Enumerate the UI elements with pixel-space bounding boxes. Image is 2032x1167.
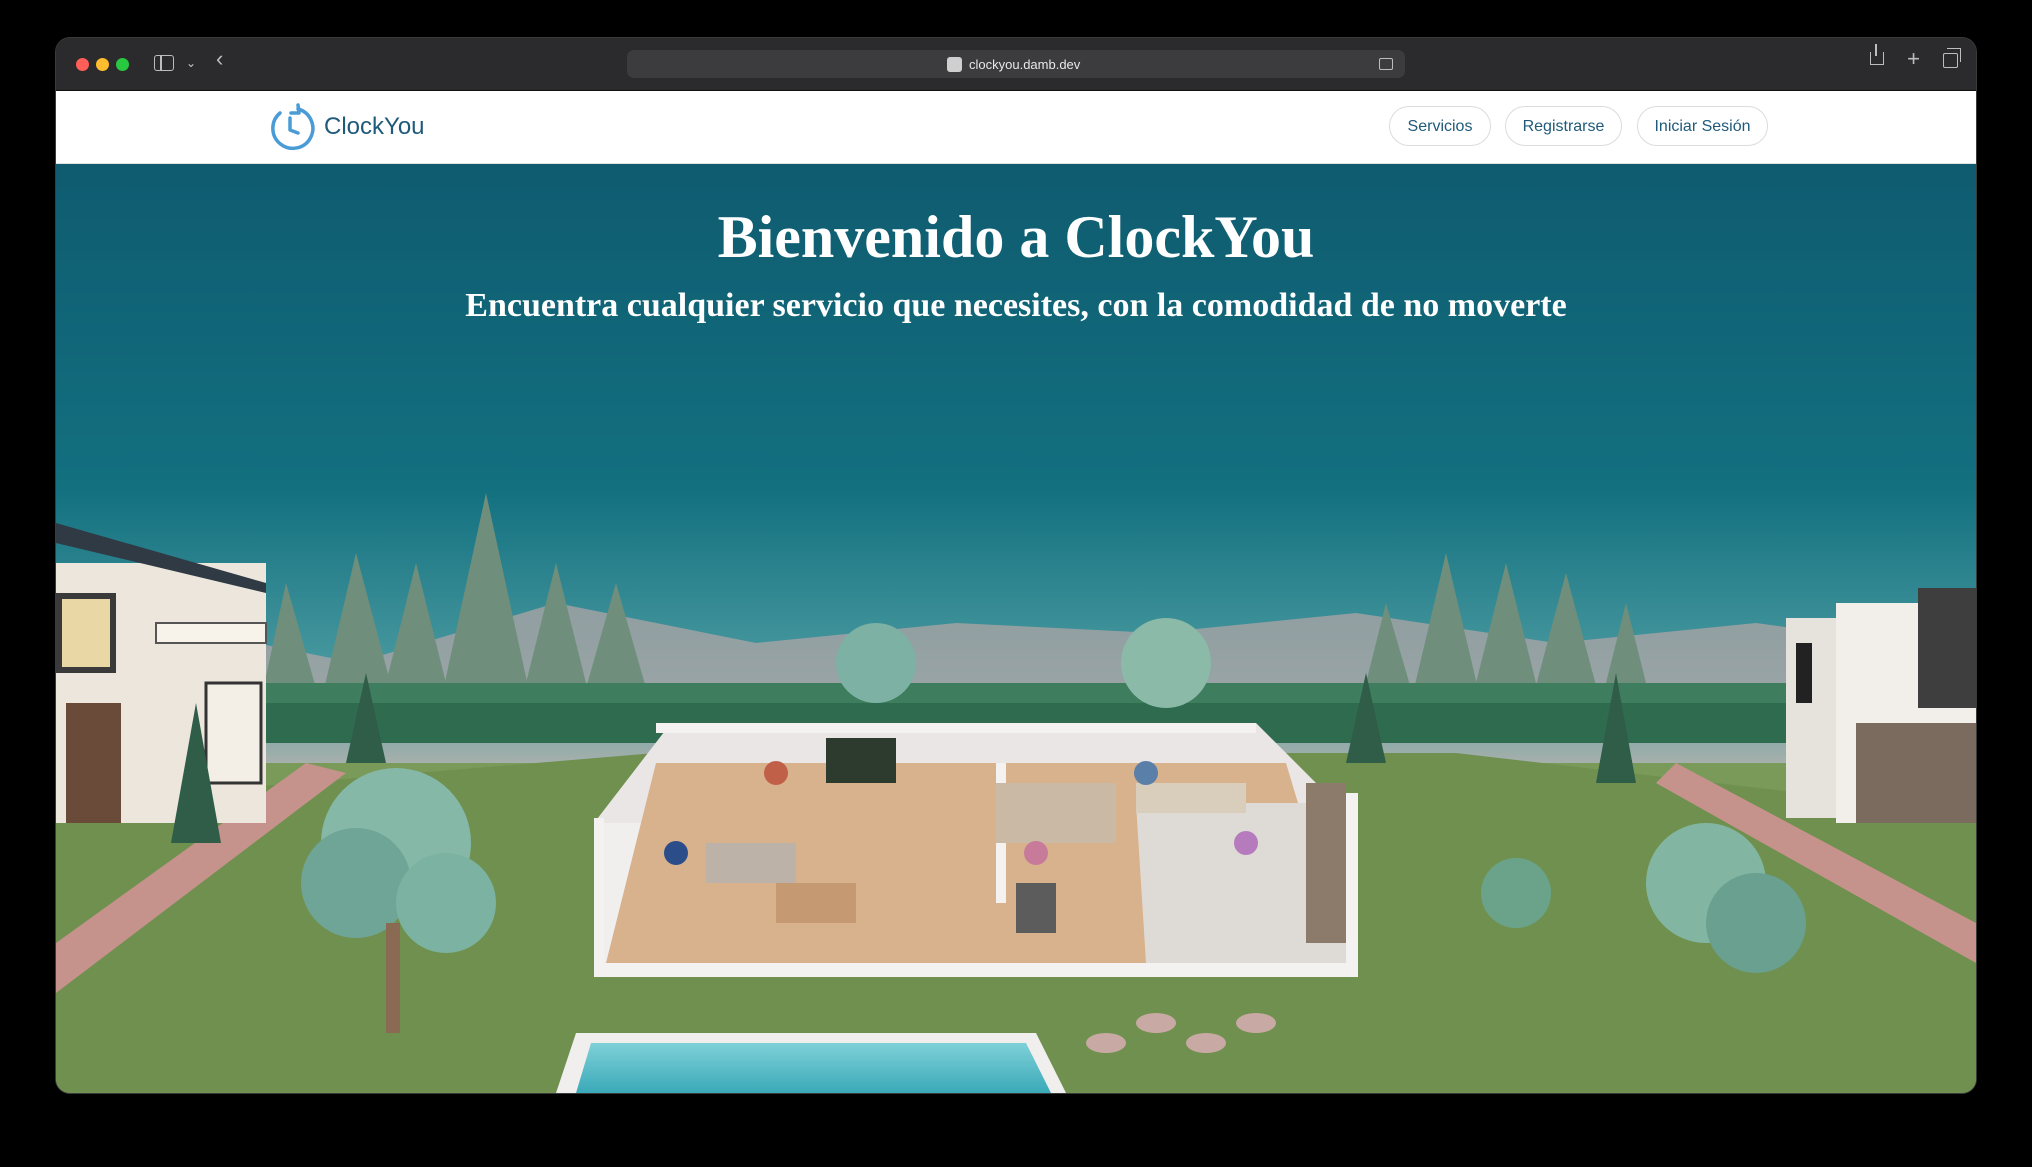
url-text: clockyou.damb.dev [969, 57, 1081, 72]
address-bar[interactable]: clockyou.damb.dev [627, 50, 1405, 78]
tabs-overview-icon[interactable] [1943, 48, 1961, 68]
iniciar-sesion-button[interactable]: Iniciar Sesión [1637, 106, 1768, 146]
back-icon[interactable]: ‹ [216, 48, 223, 70]
close-window-button[interactable] [76, 58, 89, 71]
web-page: ClockYou Servicios Registrarse Iniciar S… [56, 91, 1976, 1093]
chevron-down-icon[interactable]: ⌄ [186, 54, 196, 72]
sidebar-icon[interactable] [154, 55, 174, 71]
minimize-window-button[interactable] [96, 58, 109, 71]
registrarse-button[interactable]: Registrarse [1505, 106, 1622, 146]
clock-logo-icon [271, 103, 315, 151]
brand-logo[interactable]: ClockYou [268, 103, 425, 151]
browser-titlebar: ⌄ ‹ clockyou.damb.dev + [56, 38, 1976, 91]
brand-name: ClockYou [324, 113, 425, 140]
hero-section: Bienvenido a ClockYou Encuentra cualquie… [56, 163, 1976, 1093]
reader-icon[interactable] [1379, 58, 1393, 70]
hero-title: Bienvenido a ClockYou [717, 204, 1315, 270]
site-favicon-icon [947, 57, 962, 72]
zoom-window-button[interactable] [116, 58, 129, 71]
hero-subtitle: Encuentra cualquier servicio que necesit… [465, 287, 1567, 324]
new-tab-icon[interactable]: + [1907, 48, 1920, 70]
site-navbar: ClockYou Servicios Registrarse Iniciar S… [56, 91, 1976, 164]
share-icon[interactable] [1870, 44, 1884, 65]
servicios-button[interactable]: Servicios [1389, 106, 1491, 146]
browser-window: ⌄ ‹ clockyou.damb.dev + ClockYou Servici… [56, 38, 1976, 1093]
